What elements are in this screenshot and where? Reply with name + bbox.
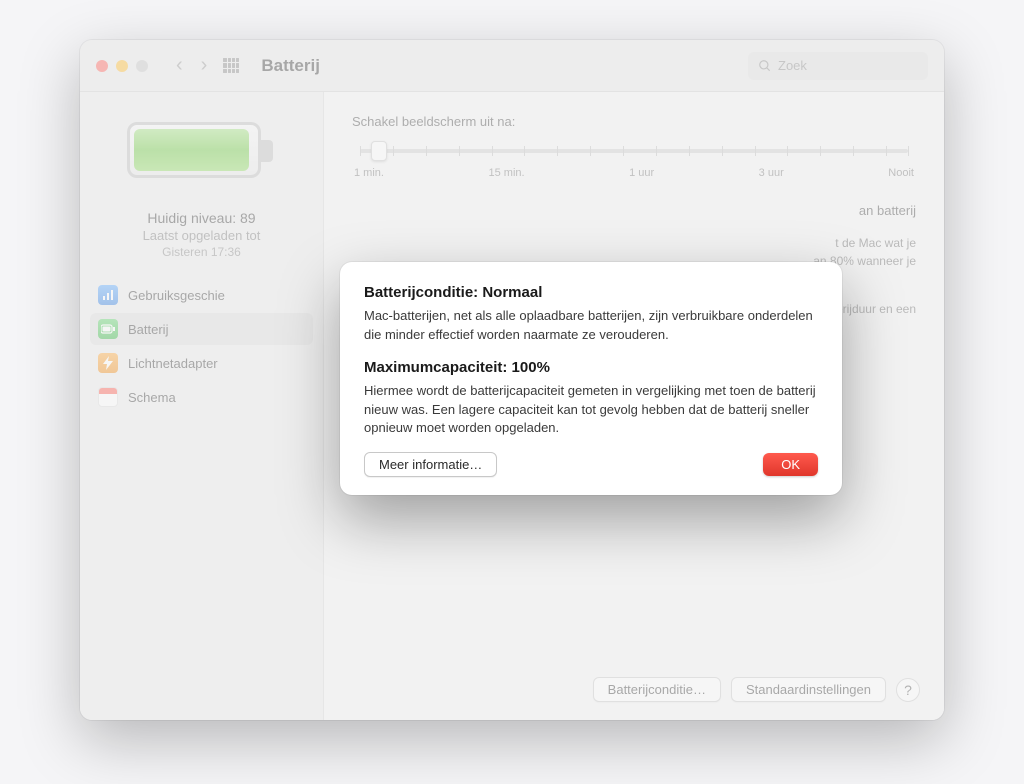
preferences-window: ‹ › Batterij Zoek Huidig niveau: 89 Laat… bbox=[80, 40, 944, 720]
dialog-heading-capacity: Maximumcapaciteit: 100% bbox=[364, 359, 818, 376]
ok-button[interactable]: OK bbox=[763, 453, 818, 476]
dialog-button-row: Meer informatie… OK bbox=[364, 452, 818, 477]
dialog-paragraph-condition: Mac-batterijen, net als alle oplaadbare … bbox=[364, 307, 818, 345]
dialog-paragraph-capacity: Hiermee wordt de batterijcapaciteit geme… bbox=[364, 382, 818, 439]
dialog-heading-condition: Batterijconditie: Normaal bbox=[364, 284, 818, 301]
more-info-button[interactable]: Meer informatie… bbox=[364, 452, 497, 477]
battery-condition-dialog: Batterijconditie: Normaal Mac-batterijen… bbox=[340, 262, 842, 495]
